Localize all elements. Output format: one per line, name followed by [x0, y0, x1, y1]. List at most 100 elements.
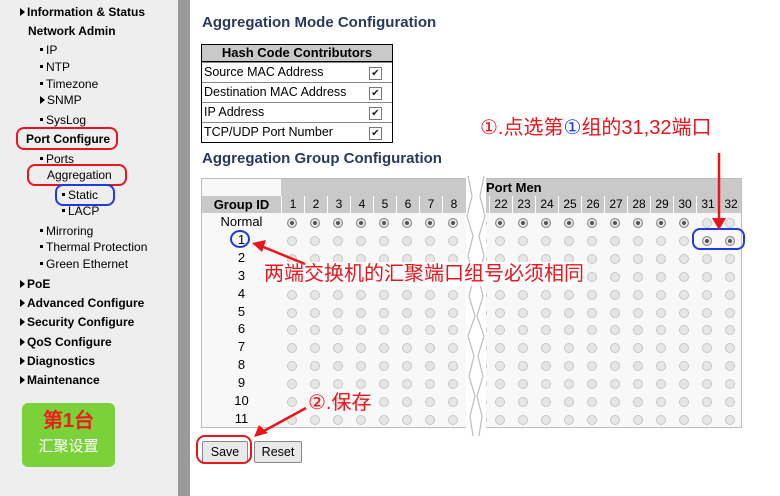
port-radio[interactable]	[448, 289, 458, 300]
port-radio[interactable]	[564, 361, 574, 372]
port-radio[interactable]	[425, 414, 435, 425]
port-radio[interactable]	[287, 379, 297, 390]
port-radio[interactable]	[725, 253, 735, 264]
port-radio[interactable]	[656, 289, 666, 300]
nav-syslog[interactable]: SysLog	[40, 113, 86, 127]
port-radio[interactable]	[518, 307, 528, 318]
port-radio[interactable]	[333, 235, 343, 246]
port-radio[interactable]	[541, 361, 551, 372]
port-radio[interactable]	[402, 397, 412, 407]
port-radio[interactable]	[702, 307, 712, 318]
port-radio[interactable]	[379, 361, 389, 372]
port-radio[interactable]	[541, 325, 551, 336]
hash-checkbox[interactable]: ✔	[369, 127, 382, 140]
port-radio[interactable]	[702, 343, 712, 354]
nav-mirroring[interactable]: Mirroring	[40, 224, 93, 238]
nav-network-admin[interactable]: Network Admin	[28, 24, 116, 38]
nav-timezone[interactable]: Timezone	[40, 77, 98, 91]
port-radio[interactable]	[356, 218, 366, 228]
port-radio[interactable]	[702, 289, 712, 300]
port-radio[interactable]	[702, 253, 712, 264]
port-radio[interactable]	[564, 289, 574, 300]
port-radio[interactable]	[310, 361, 320, 372]
port-radio[interactable]	[702, 218, 712, 228]
port-radio[interactable]	[702, 414, 712, 425]
port-radio[interactable]	[402, 307, 412, 318]
port-radio[interactable]	[610, 397, 620, 407]
port-radio[interactable]	[402, 325, 412, 336]
port-radio[interactable]	[702, 379, 712, 390]
port-radio[interactable]	[379, 218, 389, 228]
port-radio[interactable]	[541, 289, 551, 300]
port-radio[interactable]	[725, 235, 735, 246]
port-radio[interactable]	[495, 397, 505, 407]
port-radio[interactable]	[448, 235, 458, 246]
port-radio[interactable]	[495, 307, 505, 318]
nav-security-configure[interactable]: Security Configure	[20, 315, 134, 329]
nav-ip[interactable]: IP	[40, 43, 57, 57]
port-radio[interactable]	[333, 414, 343, 425]
port-radio[interactable]	[425, 218, 435, 228]
port-radio[interactable]	[633, 253, 643, 264]
port-radio[interactable]	[425, 361, 435, 372]
port-radio[interactable]	[402, 235, 412, 246]
port-radio[interactable]	[656, 253, 666, 264]
port-radio[interactable]	[379, 414, 389, 425]
port-radio[interactable]	[679, 307, 689, 318]
port-radio[interactable]	[587, 289, 597, 300]
port-radio[interactable]	[679, 271, 689, 282]
port-radio[interactable]	[679, 218, 689, 228]
port-radio[interactable]	[333, 343, 343, 354]
port-radio[interactable]	[656, 307, 666, 318]
port-radio[interactable]	[633, 343, 643, 354]
port-radio[interactable]	[656, 397, 666, 407]
port-radio[interactable]	[287, 218, 297, 228]
port-radio[interactable]	[679, 343, 689, 354]
port-radio[interactable]	[448, 343, 458, 354]
port-radio[interactable]	[587, 414, 597, 425]
port-radio[interactable]	[310, 289, 320, 300]
nav-poe[interactable]: PoE	[20, 277, 50, 291]
port-radio[interactable]	[725, 271, 735, 282]
hash-checkbox[interactable]: ✔	[369, 107, 382, 120]
port-radio[interactable]	[679, 289, 689, 300]
port-radio[interactable]	[310, 325, 320, 336]
port-radio[interactable]	[725, 289, 735, 300]
port-radio[interactable]	[679, 253, 689, 264]
port-radio[interactable]	[379, 289, 389, 300]
port-radio[interactable]	[518, 361, 528, 372]
port-radio[interactable]	[702, 271, 712, 282]
port-radio[interactable]	[495, 414, 505, 425]
port-radio[interactable]	[587, 397, 597, 407]
port-radio[interactable]	[610, 253, 620, 264]
port-radio[interactable]	[518, 414, 528, 425]
port-radio[interactable]	[587, 253, 597, 264]
nav-green-ethernet[interactable]: Green Ethernet	[40, 257, 128, 271]
port-radio[interactable]	[333, 379, 343, 390]
port-radio[interactable]	[587, 325, 597, 336]
port-radio[interactable]	[610, 271, 620, 282]
nav-advanced-configure[interactable]: Advanced Configure	[20, 296, 144, 310]
port-radio[interactable]	[610, 414, 620, 425]
port-radio[interactable]	[633, 271, 643, 282]
port-radio[interactable]	[725, 379, 735, 390]
port-radio[interactable]	[425, 343, 435, 354]
port-radio[interactable]	[564, 379, 574, 390]
port-radio[interactable]	[356, 235, 366, 246]
port-radio[interactable]	[702, 235, 712, 246]
port-radio[interactable]	[633, 289, 643, 300]
port-radio[interactable]	[564, 307, 574, 318]
port-radio[interactable]	[702, 397, 712, 407]
port-radio[interactable]	[541, 218, 551, 228]
nav-lacp[interactable]: LACP	[62, 204, 99, 218]
port-radio[interactable]	[356, 289, 366, 300]
port-radio[interactable]	[656, 343, 666, 354]
port-radio[interactable]	[518, 397, 528, 407]
port-radio[interactable]	[679, 414, 689, 425]
port-radio[interactable]	[495, 325, 505, 336]
port-radio[interactable]	[310, 218, 320, 228]
port-radio[interactable]	[310, 414, 320, 425]
port-radio[interactable]	[656, 218, 666, 228]
port-radio[interactable]	[287, 325, 297, 336]
port-radio[interactable]	[679, 235, 689, 246]
